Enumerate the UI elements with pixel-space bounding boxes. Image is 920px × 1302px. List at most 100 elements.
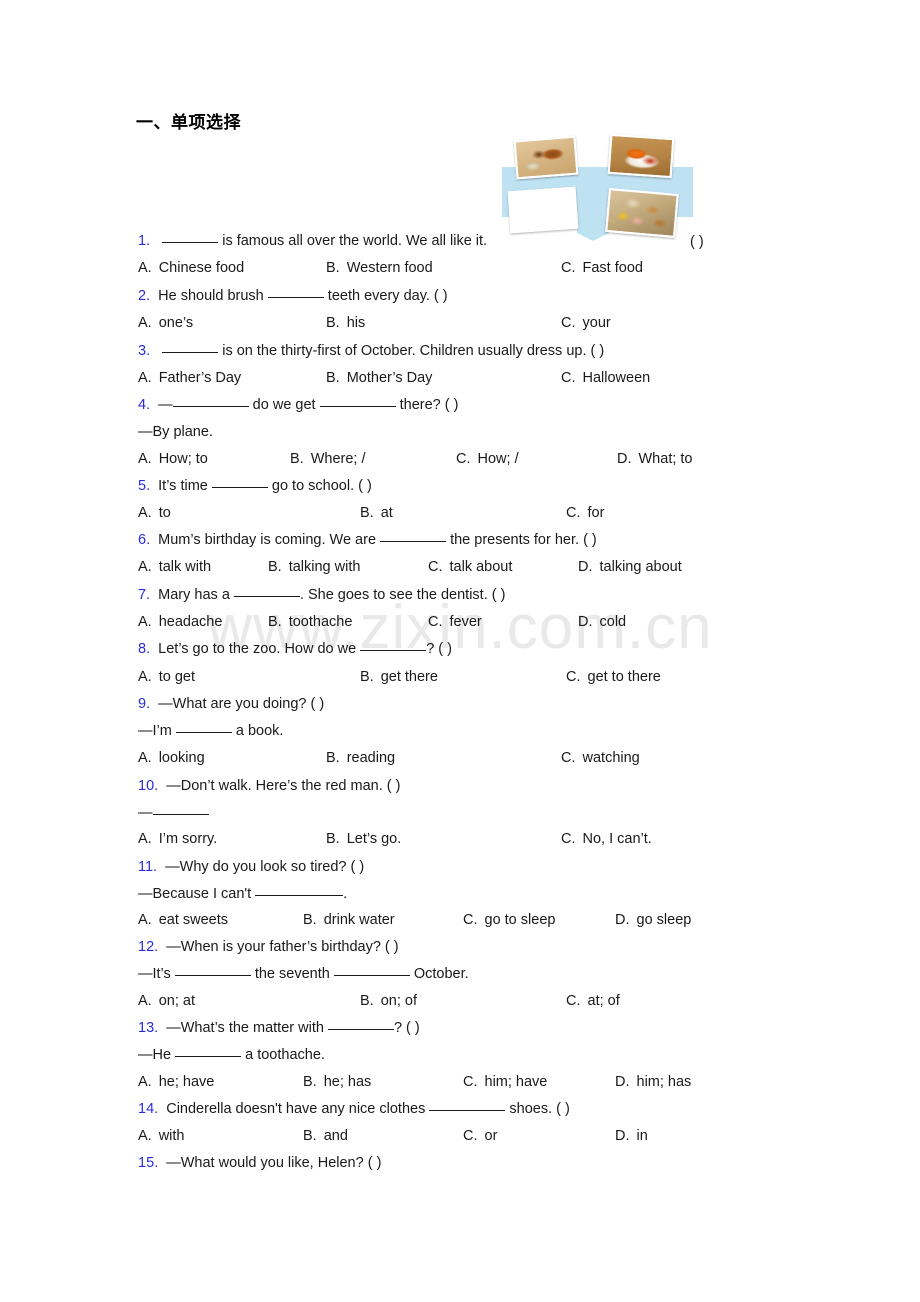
- option-b[interactable]: B. his: [326, 316, 365, 331]
- option-c[interactable]: C. Fast food: [561, 261, 643, 276]
- blank: [327, 1029, 394, 1030]
- blank: [152, 814, 209, 815]
- blank: [175, 1056, 242, 1057]
- option-a[interactable]: A. Father’s Day: [138, 371, 241, 386]
- option-b[interactable]: B. Mother’s Day: [326, 371, 432, 386]
- option-b[interactable]: B. Where; /: [290, 452, 366, 467]
- blank: [380, 541, 447, 542]
- question-11-stem: 11. —Why do you look so tired? ( ): [138, 859, 365, 875]
- blank: [255, 895, 344, 896]
- question-15-stem: 15. —What would you like, Helen? ( ): [138, 1155, 382, 1171]
- question-6-stem: 6. Mum’s birthday is coming. We are the …: [138, 532, 597, 548]
- blank: [162, 242, 219, 243]
- option-d[interactable]: D. cold: [578, 615, 626, 630]
- option-c[interactable]: C. Halloween: [561, 371, 650, 386]
- option-c[interactable]: C. your: [561, 316, 611, 331]
- question-11-answer: —Because I can't .: [138, 886, 348, 902]
- option-a[interactable]: A. looking: [138, 751, 205, 766]
- question-1-stem: 1. is famous all over the world. We all …: [138, 234, 487, 249]
- hotpot-photo: [507, 186, 579, 234]
- option-a[interactable]: A. I’m sorry.: [138, 832, 217, 847]
- option-d[interactable]: D. What; to: [617, 452, 693, 467]
- option-a[interactable]: A. on; at: [138, 994, 195, 1009]
- worksheet-page: 一、单项选择 1. is famous all over the world. …: [0, 0, 920, 1302]
- blank: [175, 732, 232, 733]
- option-b[interactable]: B. reading: [326, 751, 395, 766]
- option-b[interactable]: B. he; has: [303, 1075, 371, 1090]
- option-d[interactable]: D. him; has: [615, 1075, 691, 1090]
- option-b[interactable]: B. Let’s go.: [326, 832, 401, 847]
- option-c[interactable]: C. talk about: [428, 560, 512, 575]
- option-a[interactable]: A. he; have: [138, 1075, 214, 1090]
- option-b[interactable]: B. drink water: [303, 913, 395, 928]
- blank: [233, 596, 300, 597]
- option-b[interactable]: B. toothache: [268, 615, 352, 630]
- question-14-number: 14.: [138, 1101, 159, 1117]
- question-1-number: 1.: [138, 233, 151, 249]
- question-3-stem: 3. is on the thirty-first of October. Ch…: [138, 343, 605, 359]
- option-b[interactable]: B. and: [303, 1129, 348, 1144]
- option-c[interactable]: C. get to there: [566, 670, 661, 685]
- option-c[interactable]: C. go to sleep: [463, 913, 555, 928]
- option-a[interactable]: A. headache: [138, 615, 222, 630]
- question-9-answer: —I’m a book.: [138, 723, 284, 739]
- blank: [333, 975, 410, 976]
- question-10-answer: —: [138, 806, 209, 821]
- blank: [172, 406, 249, 407]
- option-d[interactable]: D. in: [615, 1129, 648, 1144]
- option-b[interactable]: B. Western food: [326, 261, 433, 276]
- question-8-number: 8.: [138, 641, 151, 657]
- blank: [174, 975, 251, 976]
- blank: [211, 487, 268, 488]
- option-b[interactable]: B. on; of: [360, 994, 417, 1009]
- option-c[interactable]: C. him; have: [463, 1075, 547, 1090]
- question-7-stem: 7. Mary has a . She goes to see the dent…: [138, 587, 506, 603]
- dimsum-photo: [605, 188, 679, 238]
- question-5-number: 5.: [138, 478, 151, 494]
- blank: [267, 297, 324, 298]
- option-c[interactable]: C. for: [566, 506, 604, 521]
- option-c[interactable]: C. fever: [428, 615, 482, 630]
- blank: [360, 650, 427, 651]
- blank: [162, 352, 219, 353]
- option-d[interactable]: D. go sleep: [615, 913, 691, 928]
- option-a[interactable]: A. How; to: [138, 452, 208, 467]
- question-11-number: 11.: [138, 859, 158, 875]
- question-9-stem: 9. —What are you doing? ( ): [138, 696, 325, 712]
- option-c[interactable]: C. No, I can’t.: [561, 832, 652, 847]
- option-a[interactable]: A. talk with: [138, 560, 211, 575]
- option-c[interactable]: C. How; /: [456, 452, 519, 467]
- question-7-number: 7.: [138, 587, 151, 603]
- option-c[interactable]: C. watching: [561, 751, 640, 766]
- option-c[interactable]: C. at; of: [566, 994, 620, 1009]
- option-a[interactable]: A. eat sweets: [138, 913, 228, 928]
- question-5-stem: 5. It’s time go to school. ( ): [138, 478, 372, 494]
- blank: [429, 1110, 506, 1111]
- option-b[interactable]: B. at: [360, 506, 393, 521]
- question-13-number: 13.: [138, 1020, 159, 1036]
- question-3-number: 3.: [138, 343, 151, 359]
- option-a[interactable]: A. one’s: [138, 316, 193, 331]
- question-13-answer: —He a toothache.: [138, 1047, 325, 1063]
- question-2-stem: 2. He should brush teeth every day. ( ): [138, 288, 448, 304]
- question-13-stem: 13. —What’s the matter with ? ( ): [138, 1020, 420, 1036]
- page-title: 一、单项选择: [136, 113, 241, 132]
- option-d[interactable]: D. talking about: [578, 560, 682, 575]
- option-b[interactable]: B. talking with: [268, 560, 360, 575]
- question-12-number: 12.: [138, 939, 159, 955]
- option-a[interactable]: A. to get: [138, 670, 195, 685]
- option-c[interactable]: C. or: [463, 1129, 497, 1144]
- option-a[interactable]: A. to: [138, 506, 171, 521]
- question-4-number: 4.: [138, 397, 151, 413]
- question-14-stem: 14. Cinderella doesn't have any nice clo…: [138, 1101, 570, 1117]
- option-a[interactable]: A. Chinese food: [138, 261, 244, 276]
- question-15-number: 15.: [138, 1155, 159, 1171]
- question-2-number: 2.: [138, 288, 151, 304]
- roast-duck-photo: [513, 135, 579, 180]
- question-1-text: is famous all over the world. We all lik…: [218, 233, 488, 249]
- question-10-stem: 10. —Don’t walk. Here’s the red man. ( ): [138, 778, 401, 794]
- chinese-food-photo-collage: [497, 133, 697, 247]
- option-b[interactable]: B. get there: [360, 670, 438, 685]
- chicken-dish-photo: [607, 133, 675, 179]
- option-a[interactable]: A. with: [138, 1129, 185, 1144]
